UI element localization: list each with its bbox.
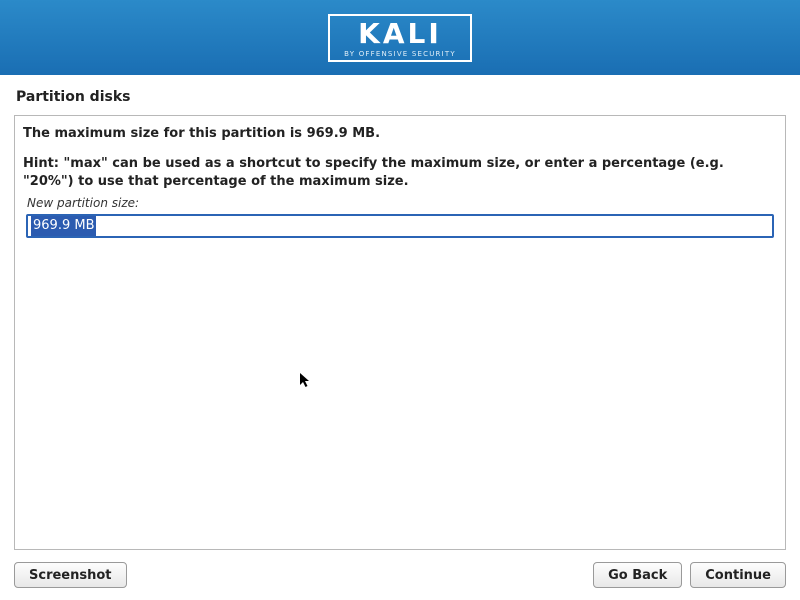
screenshot-button[interactable]: Screenshot	[14, 562, 127, 588]
partition-size-input[interactable]: 969.9 MB	[26, 214, 774, 238]
go-back-button[interactable]: Go Back	[593, 562, 682, 588]
kali-logo: KALI BY OFFENSIVE SECURITY	[328, 14, 472, 62]
hint-text: Hint: "max" can be used as a shortcut to…	[23, 155, 777, 190]
partition-size-value: 969.9 MB	[31, 216, 96, 236]
content-area: Partition disks The maximum size for thi…	[0, 75, 800, 600]
logo-subtitle: BY OFFENSIVE SECURITY	[344, 50, 456, 58]
footer-buttons: Screenshot Go Back Continue	[14, 550, 786, 588]
partition-size-label: New partition size:	[27, 196, 777, 210]
continue-button[interactable]: Continue	[690, 562, 786, 588]
page-title: Partition disks	[14, 85, 786, 115]
header-banner: KALI BY OFFENSIVE SECURITY	[0, 0, 800, 75]
max-size-text: The maximum size for this partition is 9…	[23, 126, 777, 141]
main-panel: The maximum size for this partition is 9…	[14, 115, 786, 550]
logo-text: KALI	[358, 20, 442, 48]
